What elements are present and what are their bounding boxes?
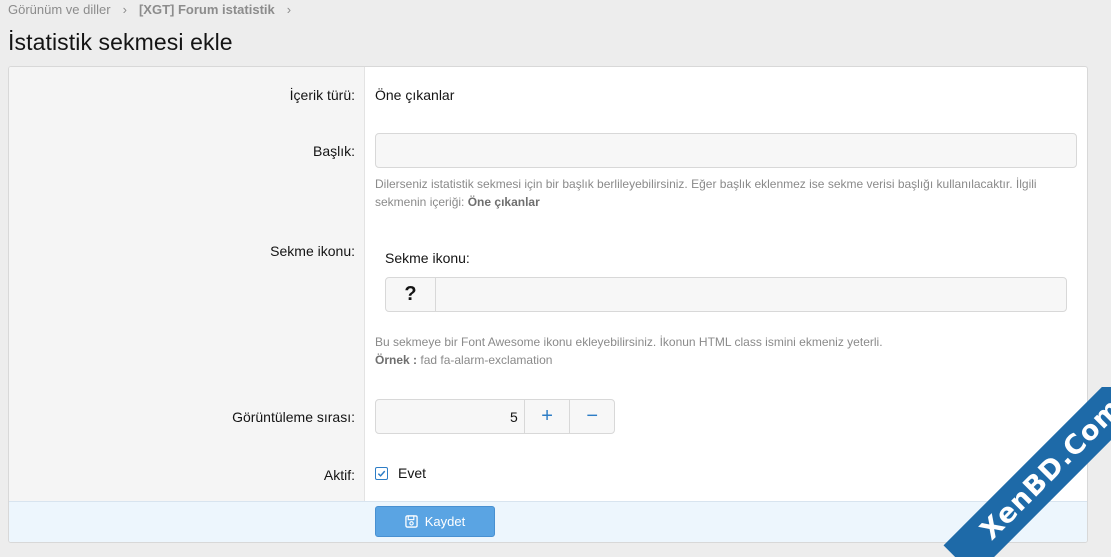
tab-icon-hint: Bu sekmeye bir Font Awesome ikonu ekleye… — [375, 333, 1081, 369]
form-submit-row: Kaydet — [9, 501, 1087, 542]
breadcrumb-separator: › — [122, 1, 127, 17]
tab-icon-example-label: Örnek : — [375, 353, 418, 367]
tab-icon-input[interactable] — [436, 278, 1066, 311]
content-type-label: İçerik türü: — [289, 87, 355, 103]
breadcrumb: Görünüm ve diller › [XGT] Forum istatist… — [8, 1, 303, 17]
tab-icon-hint-text: Bu sekmeye bir Font Awesome ikonu ekleye… — [375, 335, 883, 349]
title-hint: Dilerseniz istatistik sekmesi için bir b… — [375, 175, 1081, 211]
tab-icon-sub-label: Sekme ikonu: — [385, 250, 470, 266]
increment-button[interactable]: + — [525, 400, 570, 433]
form-block: İçerik türü: Öne çıkanlar Başlık: Dilers… — [8, 66, 1088, 543]
save-button-label: Kaydet — [424, 514, 466, 529]
title-label: Başlık: — [312, 143, 355, 159]
save-button[interactable]: Kaydet — [375, 506, 495, 537]
display-order-label: Görüntüleme sırası: — [232, 409, 355, 425]
display-order-input[interactable]: 5 — [376, 400, 525, 433]
content-type-value: Öne çıkanlar — [375, 87, 455, 103]
title-input[interactable] — [375, 133, 1077, 168]
tab-icon-example-value: fad fa-alarm-exclamation — [420, 353, 553, 367]
breadcrumb-item-appearance[interactable]: Görünüm ve diller — [8, 2, 111, 17]
title-hint-bold: Öne çıkanlar — [467, 195, 540, 209]
active-option-label: Evet — [398, 465, 427, 481]
check-icon — [377, 470, 386, 477]
breadcrumb-separator: › — [286, 1, 292, 17]
tab-icon-input-group: ? — [385, 277, 1067, 312]
tab-icon-label: Sekme ikonu: — [270, 243, 355, 259]
display-order-stepper: 5 + − — [375, 399, 615, 434]
decrement-button[interactable]: − — [569, 400, 614, 433]
active-checkbox[interactable] — [375, 466, 388, 480]
active-label: Aktif: — [323, 467, 355, 483]
question-icon[interactable]: ? — [386, 278, 436, 311]
page-title: İstatistik sekmesi ekle — [8, 29, 233, 55]
form-label-column — [9, 67, 365, 501]
breadcrumb-item-forum-stats[interactable]: [XGT] Forum istatistik — [139, 2, 275, 17]
tab-icon-example: Örnek : fad fa-alarm-exclamation — [375, 351, 1081, 369]
save-icon — [405, 515, 418, 528]
active-checkbox-row[interactable]: Evet — [375, 465, 426, 481]
